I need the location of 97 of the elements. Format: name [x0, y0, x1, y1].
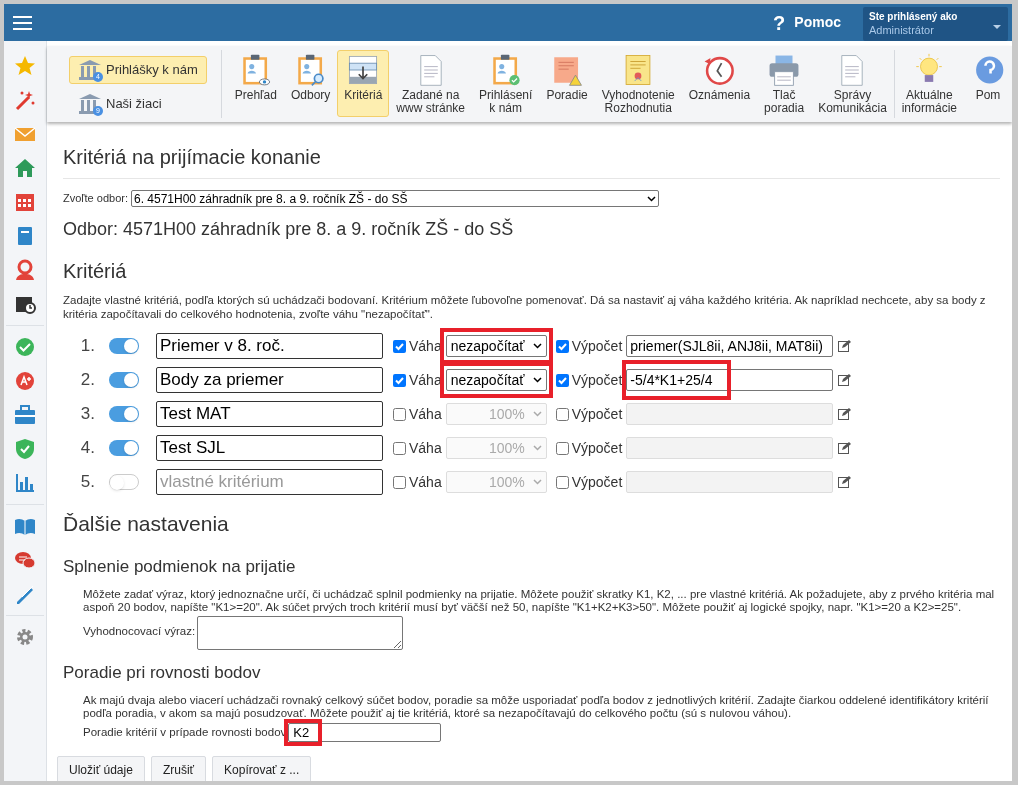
section-heading: Ďalšie nastavenia: [63, 511, 230, 537]
shield-icon[interactable]: [14, 438, 36, 460]
field-label: Vyhodnocovací výraz:: [83, 625, 196, 638]
formula-field[interactable]: [626, 403, 834, 425]
name-field[interactable]: Test SJL: [156, 435, 383, 461]
row-number: 2.: [79, 369, 95, 392]
formula-field[interactable]: [626, 437, 834, 459]
checkbox[interactable]: [393, 475, 406, 489]
field-label: Výpočet: [571, 404, 623, 424]
row-number: 5.: [79, 471, 95, 494]
field-select[interactable]: 6. 4571H00 záhradník pre 8. a 9. ročník ZŠ - do SŠ: [130, 190, 659, 207]
caret-icon: [993, 24, 1001, 29]
checkbox[interactable]: [393, 373, 406, 387]
field-label: Váha: [409, 404, 442, 424]
expression-field[interactable]: [197, 616, 404, 650]
chat-icon[interactable]: [14, 549, 36, 571]
chevron-icon: [532, 479, 542, 485]
chevron-icon: [532, 343, 542, 349]
checkbox[interactable]: [555, 475, 569, 489]
user-menu[interactable]: Ste prihlásený ako Administrátor: [863, 6, 1008, 41]
page-title: Kritériá na prijímacie konanie: [63, 142, 1000, 179]
help-text: Zadajte vlastné kritériá, podľa ktorých sú uchádzači bodovaní. Kritérium môžete ľubovoľne pomenovať. Dá sa nastaviť aj váha každého kritéria. Ak napríklad nechcete, aby sa body z kritéria započítavali do celkového hodnotenia, zvoľte váhu "nezapočítať".: [63, 293, 987, 321]
field-label: Zvoľte odbor:: [63, 191, 128, 207]
checkbox[interactable]: [555, 441, 569, 455]
person-icon[interactable]: [14, 259, 36, 281]
edit-icon[interactable]: [838, 340, 852, 352]
checkbox[interactable]: [393, 339, 406, 353]
formula-field[interactable]: priemer(SJL8ii, ANJ8ii, MAT8ii): [626, 335, 834, 357]
help-link[interactable]: ? Pomoc: [773, 7, 841, 38]
action-button[interactable]: Zrušiť: [150, 755, 207, 781]
checkbox[interactable]: [555, 373, 569, 387]
formula-field[interactable]: -5/4*K1+25/4: [626, 369, 834, 391]
calendar-icon[interactable]: [14, 191, 36, 213]
tie-order-field[interactable]: K2: [288, 722, 442, 742]
name-field[interactable]: Test MAT: [156, 401, 383, 427]
edit-icon[interactable]: [838, 374, 852, 386]
toggle-switch[interactable]: [109, 338, 139, 354]
menu-icon[interactable]: [13, 15, 32, 30]
action-button[interactable]: Uložiť údaje: [57, 755, 145, 781]
edit-icon[interactable]: [838, 408, 852, 420]
toggle-switch[interactable]: [109, 440, 139, 456]
chevron-icon: [532, 377, 542, 383]
toggle-switch[interactable]: [109, 406, 139, 422]
toggle-switch[interactable]: [109, 372, 139, 388]
chevron-icon: [646, 195, 656, 202]
help-text: Môžete zadať výraz, ktorý jednoznačne určí, či uchádzač splnil podmienky na prijatie. Môžete použiť skratky K1, K2, ... pre vlastné kritériá. Ak požadujete, aby z prvého kritéria mal aspoň 20 bodov, napíšte "K1>=20". Ak súčet prvých troch kritérií musí byť väčší než 50, napíšte "K1+K2+K3>50". Môžete použiť aj logické spojky, napr. "K1>=20 a K2>=25".: [83, 588, 996, 614]
field-label: Váha: [409, 438, 442, 458]
subsection-heading: Splnenie podmienok na prijatie: [63, 555, 297, 578]
checkbox[interactable]: [393, 407, 406, 421]
toolbar-button[interactable]: Oznámenia: [681, 50, 758, 117]
toolbar-button[interactable]: Poradie: [539, 50, 595, 117]
chevron-icon: [532, 445, 542, 451]
toolbar-button[interactable]: Vyhodnotenie Rozhodnutia: [594, 50, 682, 117]
formula-field[interactable]: [626, 471, 834, 493]
gear-icon[interactable]: [14, 626, 36, 648]
edit-icon[interactable]: [838, 442, 852, 454]
pen-icon[interactable]: [14, 583, 36, 605]
toolbar-button[interactable]: Správy Komunikácia: [811, 50, 894, 117]
section-heading: Kritériá: [63, 259, 128, 284]
toolbar-button[interactable]: Zadané na www stránke: [389, 50, 472, 117]
toolbar-button[interactable]: Prihlásení k nám: [472, 50, 540, 117]
weight-select[interactable]: nezapočítať: [445, 335, 547, 357]
home-icon[interactable]: [14, 157, 36, 179]
chevron-icon: [532, 411, 542, 417]
name-field[interactable]: vlastné kritérium: [156, 469, 383, 495]
name-field[interactable]: Priemer v 8. roč.: [156, 333, 383, 359]
toolbar-button[interactable]: Odbory: [283, 50, 338, 117]
help-text: Ak majú dvaja alebo viacerí uchádzači rovnaký celkový súčet bodov, poradie sa môže usporiadať podľa bodov z jednotlivých kritérií. Zadajte čiarkou oddelené identifikátory kritérií podľa poradia, v akom sa majú posudzovať. Môžete použiť aj tie kritériá, ktoré sa nezapočítavajú do celkového počtu (sú s nulovou váhou).: [83, 693, 990, 720]
toggle-switch[interactable]: [109, 474, 139, 490]
magic-wand-icon[interactable]: [14, 89, 36, 111]
bar-chart-icon[interactable]: [14, 472, 36, 494]
field-heading: Odbor: 4571H00 záhradník pre 8. a 9. ročník ZŠ - do SŠ: [63, 217, 515, 241]
action-button[interactable]: Kopírovať z ...: [212, 755, 312, 781]
field-label: Váha: [409, 472, 442, 492]
subsection-heading: Poradie pri rovnosti bodov: [63, 662, 262, 684]
briefcase-icon[interactable]: [14, 404, 36, 426]
weight-select[interactable]: nezapočítať: [445, 369, 547, 391]
row-number: 1.: [79, 335, 95, 358]
edit-icon[interactable]: [838, 476, 852, 488]
toolbar-button[interactable]: Prehľad: [227, 50, 284, 117]
toolbar-button[interactable]: Pom: [964, 50, 1012, 117]
field-label: Výpočet: [571, 370, 623, 390]
check-circle-icon[interactable]: [14, 336, 36, 358]
checkbox[interactable]: [393, 441, 406, 455]
row-number: 3.: [79, 403, 95, 426]
field-label: Výpočet: [571, 472, 623, 492]
checkbox[interactable]: [555, 407, 569, 421]
field-label: Výpočet: [571, 438, 623, 458]
star-icon[interactable]: [14, 55, 36, 77]
toolbar-button[interactable]: Kritériá: [337, 50, 390, 117]
row-number: 4.: [79, 437, 95, 460]
grade-icon[interactable]: [14, 370, 36, 392]
checkbox[interactable]: [555, 339, 569, 353]
name-field[interactable]: Body za priemer: [156, 367, 383, 393]
toolbar-button[interactable]: Tlač poradia: [757, 50, 812, 117]
field-label: Výpočet: [571, 336, 623, 356]
toolbar-button[interactable]: Aktuálne informácie: [894, 50, 964, 117]
